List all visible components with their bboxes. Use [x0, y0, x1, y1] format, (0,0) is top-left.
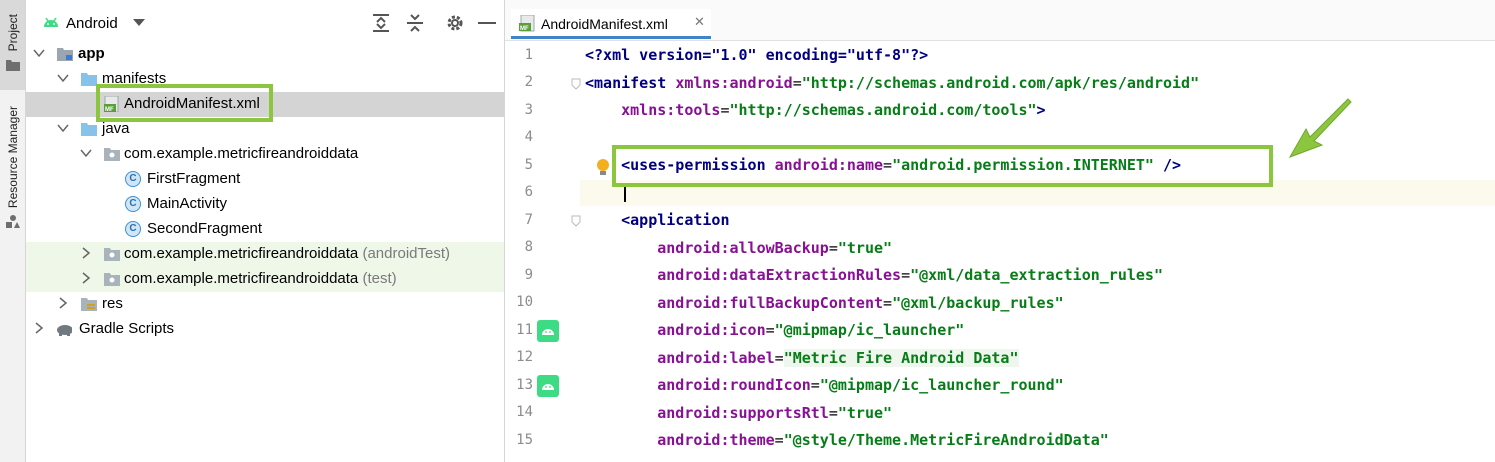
highlight-box-permission: [612, 145, 1273, 187]
code-line-2[interactable]: <manifest xmlns:android="http://schemas.…: [585, 74, 1199, 92]
android-round-icon: [537, 375, 559, 397]
minimize-icon[interactable]: [478, 22, 496, 40]
source-set-suffix: (androidTest): [362, 245, 450, 262]
tree-label: app: [78, 45, 105, 62]
line-number: 12: [516, 349, 533, 365]
class-icon: C: [125, 171, 141, 187]
tree-label: res: [102, 295, 123, 312]
tree-label: SecondFragment: [147, 220, 263, 237]
line-number: 7: [524, 212, 533, 228]
arrow-annotation-icon: [1288, 98, 1352, 158]
tree-label: com.example.metricfireandroiddata (andro…: [124, 245, 450, 262]
chevron-right-icon[interactable]: [80, 247, 92, 259]
tree-row-mainactivity[interactable]: C MainActivity: [26, 192, 504, 217]
line-number: 1: [524, 47, 533, 63]
tree-label: FirstFragment: [147, 170, 241, 187]
resource-manager-tool-tab[interactable]: Resource Manager: [0, 100, 25, 250]
code-line-15[interactable]: android:theme="@style/Theme.MetricFireAn…: [585, 431, 1109, 449]
tab-androidmanifest[interactable]: MF AndroidManifest.xml ✕: [511, 9, 711, 39]
code-line-10[interactable]: android:fullBackupContent="@xml/backup_r…: [585, 294, 1063, 312]
chevron-down-icon[interactable]: [80, 147, 92, 159]
tree-label: Gradle Scripts: [79, 320, 175, 337]
line-number: 4: [524, 129, 533, 145]
expand-all-icon[interactable]: [372, 14, 390, 32]
tree-row-app[interactable]: app: [26, 42, 504, 67]
chevron-down-icon[interactable]: [133, 19, 151, 37]
chevron-down-icon[interactable]: [57, 122, 69, 134]
tree-row-res[interactable]: res: [26, 292, 504, 317]
android-launcher-icon: [537, 320, 559, 342]
chevron-right-icon[interactable]: [33, 322, 45, 334]
resources-icon: [5, 215, 20, 229]
resource-folder-icon: [81, 298, 97, 311]
code-line-13[interactable]: android:roundIcon="@mipmap/ic_launcher_r…: [585, 376, 1063, 394]
tree-row-androidtest-package[interactable]: com.example.metricfireandroiddata (andro…: [26, 242, 504, 267]
tool-window-strip: Project Resource Manager: [0, 0, 26, 462]
chevron-right-icon[interactable]: [57, 297, 69, 309]
module-folder-icon: [57, 48, 73, 61]
tree-row-firstfragment[interactable]: C FirstFragment: [26, 167, 504, 192]
source-set-suffix: (test): [362, 270, 397, 287]
tree-row-gradle-scripts[interactable]: Gradle Scripts: [26, 317, 504, 342]
gear-icon[interactable]: [446, 14, 464, 32]
code-line-12[interactable]: android:label="Metric Fire Android Data": [585, 349, 1019, 367]
project-tool-label: Project: [5, 14, 20, 52]
class-icon: C: [125, 221, 141, 237]
line-gutter: 1 2 3 4 5 6 7 8 9 10 11 12 13 14 15: [505, 41, 609, 462]
line-number: 14: [516, 404, 533, 420]
chevron-down-icon[interactable]: [33, 47, 45, 59]
editor-tabbar: MF AndroidManifest.xml ✕: [505, 0, 1495, 41]
fold-marker-icon[interactable]: [571, 215, 581, 227]
tree-row-test-package[interactable]: com.example.metricfireandroiddata (test): [26, 267, 504, 292]
code-line-7[interactable]: <application: [585, 211, 729, 229]
line-number: 6: [524, 184, 533, 200]
tree-label: MainActivity: [147, 195, 228, 212]
package-icon: [104, 273, 120, 286]
project-panel-header: Android: [26, 0, 504, 42]
line-number: 10: [516, 294, 533, 310]
line-number: 9: [524, 267, 533, 283]
tree-label: java: [102, 120, 130, 137]
code-line-9[interactable]: android:dataExtractionRules="@xml/data_e…: [585, 266, 1163, 284]
tree-label: com.example.metricfireandroiddata: [124, 145, 359, 162]
line-number: 3: [524, 102, 533, 118]
line-number: 2: [524, 74, 533, 90]
project-panel: Android app manifests MF AndroidManifest…: [26, 0, 505, 462]
folder-icon: [5, 60, 20, 72]
chevron-down-icon[interactable]: [57, 72, 69, 84]
resource-manager-label: Resource Manager: [5, 106, 20, 209]
gradle-elephant-icon: [57, 325, 72, 336]
tab-label: AndroidManifest.xml: [541, 16, 668, 32]
view-mode-select[interactable]: Android: [66, 15, 118, 32]
folder-icon: [81, 123, 97, 136]
collapse-all-icon[interactable]: [406, 14, 424, 32]
tree-label: com.example.metricfireandroiddata (test): [124, 270, 397, 287]
line-number: 15: [516, 432, 533, 448]
folder-icon: [81, 73, 97, 86]
close-tab-icon[interactable]: ✕: [694, 15, 705, 30]
code-line-1[interactable]: <?xml version="1.0" encoding="utf-8"?>: [585, 46, 928, 64]
chevron-right-icon[interactable]: [80, 272, 92, 284]
code-line-14[interactable]: android:supportsRtl="true": [585, 404, 892, 422]
line-number: 8: [524, 239, 533, 255]
package-icon: [104, 148, 120, 161]
highlight-box-tree-item: [96, 84, 273, 122]
manifest-file-icon: MF: [519, 15, 535, 32]
code-line-11[interactable]: android:icon="@mipmap/ic_launcher": [585, 321, 964, 339]
fold-marker-icon[interactable]: [571, 78, 581, 90]
line-number: 11: [516, 322, 533, 338]
svg-text:MF: MF: [520, 26, 529, 32]
tree-row-secondfragment[interactable]: C SecondFragment: [26, 217, 504, 242]
class-icon: C: [125, 196, 141, 212]
project-tool-tab[interactable]: Project: [0, 0, 25, 90]
code-line-8[interactable]: android:allowBackup="true": [585, 239, 892, 257]
line-number: 5: [524, 157, 533, 173]
line-number: 13: [516, 377, 533, 393]
android-icon: [44, 17, 58, 27]
code-line-3[interactable]: xmlns:tools="http://schemas.android.com/…: [585, 101, 1045, 119]
tree-row-package[interactable]: com.example.metricfireandroiddata: [26, 142, 504, 167]
code-editor: MF AndroidManifest.xml ✕ 1 2 3 4 5 6 7 8…: [505, 0, 1495, 462]
package-icon: [104, 248, 120, 261]
